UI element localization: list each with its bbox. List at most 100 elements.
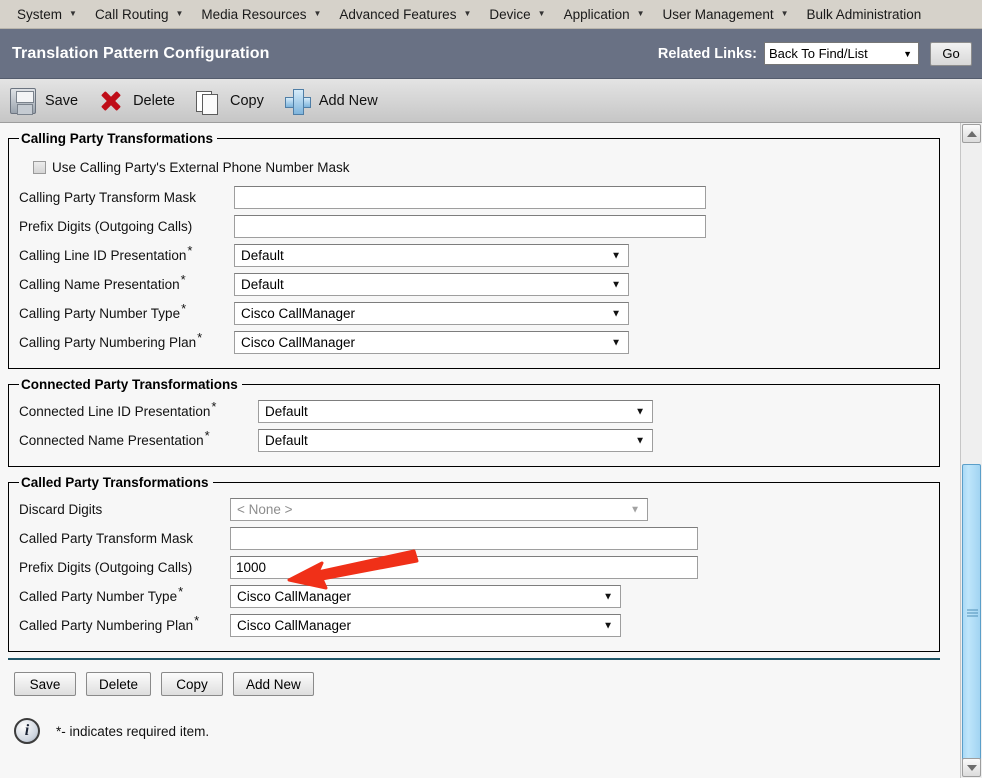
menu-item-label: Bulk Administration [806, 6, 922, 22]
toolbar-copy-button[interactable]: Copy [195, 81, 266, 121]
calling-party-number-type-select[interactable]: Cisco CallManager ▼ [234, 302, 629, 325]
toolbar-button-label: Copy [229, 92, 264, 109]
field-label: Called Party Number Type* [19, 583, 184, 605]
footer-add-new-button[interactable]: Add New [233, 672, 314, 696]
field-called-party-transform-mask: Called Party Transform Mask [19, 525, 929, 552]
chevron-down-icon: ▼ [630, 504, 640, 515]
menu-item-label: Call Routing [94, 6, 169, 22]
field-called-prefix-digits: Prefix Digits (Outgoing Calls) 1000 [19, 554, 929, 581]
menu-item-system[interactable]: System ▼ [8, 0, 86, 28]
menu-item-user-management[interactable]: User Management ▼ [654, 0, 798, 28]
chevron-down-icon: ▼ [175, 9, 184, 18]
field-called-party-number-type: Called Party Number Type* Cisco CallMana… [19, 583, 929, 610]
related-links-group: Related Links: Back To Find/List ▼ Go [657, 41, 972, 66]
field-connected-name-presentation: Connected Name Presentation* Default ▼ [19, 427, 929, 454]
toolbar-add-new-button[interactable]: Add New [284, 81, 380, 121]
field-called-party-numbering-plan: Called Party Numbering Plan* Cisco CallM… [19, 612, 929, 639]
called-party-numbering-plan-select[interactable]: Cisco CallManager ▼ [230, 614, 621, 637]
scroll-down-button[interactable] [962, 758, 981, 777]
chevron-down-icon: ▼ [603, 591, 613, 602]
field-calling-party-numbering-plan: Calling Party Numbering Plan* Cisco Call… [19, 329, 929, 356]
called-party-number-type-select[interactable]: Cisco CallManager ▼ [230, 585, 621, 608]
connected-line-id-presentation-select[interactable]: Default ▼ [258, 400, 653, 423]
two-pages-copy-icon [195, 88, 221, 115]
page-header-bar: Translation Pattern Configuration Relate… [0, 29, 982, 79]
calling-line-id-presentation-select[interactable]: Default ▼ [234, 244, 629, 267]
required-asterisk: * [187, 242, 193, 258]
main-menu-bar: System ▼ Call Routing ▼ Media Resources … [0, 0, 982, 29]
use-external-phone-number-mask-checkbox[interactable] [33, 160, 46, 174]
field-calling-party-transform-mask: Calling Party Transform Mask [19, 184, 929, 211]
section-legend: Calling Party Transformations [21, 131, 214, 146]
go-button-label: Go [942, 46, 960, 61]
field-calling-party-number-type: Calling Party Number Type* Cisco CallMan… [19, 300, 929, 327]
field-calling-prefix-digits: Prefix Digits (Outgoing Calls) [19, 213, 929, 240]
scroll-up-button[interactable] [962, 124, 981, 143]
footer-copy-button[interactable]: Copy [161, 672, 224, 696]
chevron-down-icon: ▼ [611, 337, 621, 348]
required-asterisk: * [211, 398, 217, 414]
menu-item-device[interactable]: Device ▼ [480, 0, 554, 28]
field-label: Discard Digits [19, 502, 103, 517]
field-label: Called Party Transform Mask [19, 531, 194, 546]
chevron-down-icon: ▼ [313, 9, 322, 18]
chevron-down-icon: ▼ [611, 250, 621, 261]
footer-divider [8, 658, 940, 660]
field-calling-line-id-presentation: Calling Line ID Presentation* Default ▼ [19, 242, 929, 269]
called-party-transform-mask-input[interactable] [230, 527, 698, 550]
menu-item-bulk-administration[interactable]: Bulk Administration [798, 0, 931, 28]
scrollbar-grip-icon [967, 608, 978, 617]
button-label: Delete [99, 676, 139, 692]
footer-save-button[interactable]: Save [14, 672, 76, 696]
scrollbar-thumb[interactable] [962, 464, 981, 760]
scroll-down-arrow-icon [966, 764, 977, 771]
menu-item-label: System [17, 6, 63, 22]
menu-item-label: Advanced Features [339, 6, 457, 22]
calling-party-numbering-plan-select[interactable]: Cisco CallManager ▼ [234, 331, 629, 354]
field-label: Calling Party Transform Mask [19, 190, 197, 205]
toolbar-delete-button[interactable]: Delete [98, 81, 177, 121]
required-asterisk: * [178, 583, 184, 599]
footer-delete-button[interactable]: Delete [86, 672, 152, 696]
called-prefix-digits-input[interactable]: 1000 [230, 556, 698, 579]
go-button[interactable]: Go [930, 41, 972, 66]
calling-party-transform-mask-input[interactable] [234, 186, 706, 209]
selected-value: Cisco CallManager [241, 306, 356, 321]
chevron-down-icon: ▼ [611, 308, 621, 319]
menu-item-media-resources[interactable]: Media Resources ▼ [192, 0, 330, 28]
selected-value: Cisco CallManager [241, 335, 356, 350]
vertical-scrollbar[interactable] [960, 123, 982, 778]
chevron-down-icon: ▼ [69, 9, 77, 18]
toolbar-button-label: Delete [133, 92, 175, 109]
chevron-down-icon: ▼ [903, 48, 912, 59]
menu-item-label: Application [563, 6, 630, 22]
required-item-note: i *- indicates required item. [14, 718, 960, 744]
field-label: Prefix Digits (Outgoing Calls) [19, 219, 193, 234]
menu-item-call-routing[interactable]: Call Routing ▼ [86, 0, 192, 28]
required-asterisk: * [194, 612, 200, 628]
related-links-label: Related Links: [657, 45, 757, 62]
required-asterisk: * [181, 300, 187, 316]
menu-item-application[interactable]: Application ▼ [555, 0, 654, 28]
form-content-area: Calling Party Transformations Use Callin… [0, 123, 960, 778]
discard-digits-select[interactable]: < None > ▼ [230, 498, 648, 521]
application-window: System ▼ Call Routing ▼ Media Resources … [0, 0, 982, 778]
section-legend: Called Party Transformations [21, 475, 209, 490]
field-calling-name-presentation: Calling Name Presentation* Default ▼ [19, 271, 929, 298]
connected-name-presentation-select[interactable]: Default ▼ [258, 429, 653, 452]
field-discard-digits: Discard Digits < None > ▼ [19, 496, 929, 523]
calling-name-presentation-select[interactable]: Default ▼ [234, 273, 629, 296]
red-x-delete-icon [98, 88, 124, 114]
field-label: Calling Name Presentation* [19, 271, 186, 293]
related-links-select[interactable]: Back To Find/List ▼ [764, 42, 919, 65]
menu-item-advanced-features[interactable]: Advanced Features ▼ [330, 0, 480, 28]
chevron-down-icon: ▼ [463, 9, 472, 18]
connected-party-transformations-section: Connected Party Transformations Connecte… [8, 377, 940, 467]
toolbar-save-button[interactable]: Save [10, 81, 80, 121]
selected-value: Default [241, 277, 284, 292]
field-label: Calling Party Number Type* [19, 300, 187, 322]
chevron-down-icon: ▼ [636, 9, 645, 18]
button-label: Copy [176, 676, 208, 692]
selected-value: Cisco CallManager [237, 618, 352, 633]
calling-prefix-digits-input[interactable] [234, 215, 706, 238]
